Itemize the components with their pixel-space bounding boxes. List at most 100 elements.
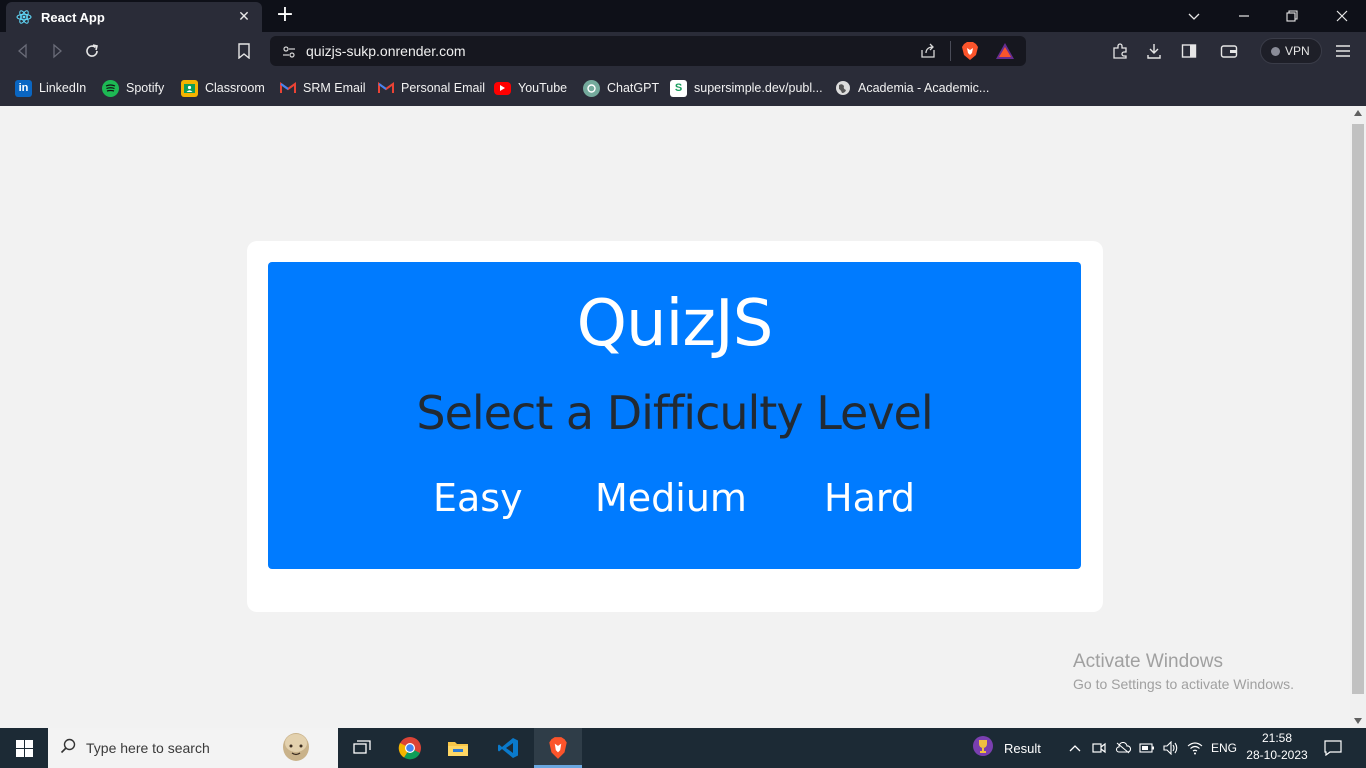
- back-icon[interactable]: [12, 40, 34, 62]
- hard-button[interactable]: Hard: [824, 476, 915, 520]
- new-tab-button[interactable]: +: [275, 4, 295, 26]
- react-icon: [16, 9, 32, 25]
- difficulty-options: Easy Medium Hard: [268, 476, 1081, 526]
- url-divider: [950, 41, 951, 61]
- bookmark-spotify[interactable]: Spotify: [102, 78, 164, 98]
- vpn-status-dot: [1271, 46, 1280, 56]
- bookmark-classroom[interactable]: Classroom: [181, 78, 265, 98]
- windows-start-icon[interactable]: [0, 728, 48, 768]
- menu-icon[interactable]: [1332, 40, 1354, 62]
- vpn-button[interactable]: VPN: [1260, 38, 1322, 64]
- bookmark-label: LinkedIn: [39, 81, 87, 95]
- bookmark-personal-email[interactable]: Personal Email: [377, 78, 485, 98]
- bookmark-label: Personal Email: [401, 81, 486, 95]
- show-hidden-icons-icon[interactable]: [1064, 728, 1086, 768]
- bookmark-srm-email[interactable]: SRM Email: [279, 78, 366, 98]
- quiz-card: QuizJS Select a Difficulty Level Easy Me…: [247, 241, 1103, 612]
- file-explorer-icon[interactable]: [434, 728, 482, 768]
- result-label: Result: [1004, 740, 1041, 756]
- easy-button[interactable]: Easy: [433, 476, 523, 520]
- bookmark-label: supersimple.dev/publ...: [694, 81, 823, 95]
- system-clock[interactable]: 21:58 28-10-2023: [1240, 730, 1314, 764]
- search-icon: [60, 738, 76, 758]
- meet-now-icon[interactable]: [1088, 728, 1110, 768]
- bookmark-academia[interactable]: Academia - Academic...: [834, 78, 989, 98]
- scroll-thumb[interactable]: [1352, 124, 1364, 694]
- taskbar-search-box[interactable]: Type here to search: [48, 728, 338, 768]
- classroom-icon: [181, 79, 198, 97]
- gmail-icon: [279, 80, 296, 97]
- page-viewport: QuizJS Select a Difficulty Level Easy Me…: [0, 106, 1350, 728]
- windows-taskbar: Type here to search Result ENG 21:58 28-…: [0, 728, 1366, 768]
- restore-icon[interactable]: [1268, 0, 1316, 32]
- share-icon[interactable]: [920, 43, 936, 63]
- extensions-icon[interactable]: [1109, 40, 1131, 62]
- cricket-trophy-icon: [972, 735, 994, 761]
- bookmark-supersimple[interactable]: S supersimple.dev/publ...: [670, 78, 823, 98]
- supersimple-icon: S: [670, 79, 687, 97]
- tab-search-chevron-icon[interactable]: [1170, 0, 1218, 32]
- battery-icon[interactable]: [1136, 728, 1158, 768]
- site-settings-icon[interactable]: [282, 44, 296, 63]
- bookmark-label: ChatGPT: [607, 81, 660, 95]
- gmail-icon: [377, 80, 394, 97]
- language-label: ENG: [1210, 741, 1237, 755]
- forward-icon[interactable]: [46, 40, 68, 62]
- bookmark-chatgpt[interactable]: ChatGPT: [583, 78, 659, 98]
- globe-icon: [834, 80, 851, 97]
- brave-rewards-icon[interactable]: [995, 42, 1015, 64]
- watermark-title: Activate Windows: [1073, 651, 1223, 672]
- bookmark-icon[interactable]: [233, 40, 255, 62]
- browser-tab-strip: React App ✕ +: [0, 0, 1366, 32]
- bookmark-label: Spotify: [126, 81, 165, 95]
- reload-icon[interactable]: [81, 40, 103, 62]
- downloads-icon[interactable]: [1143, 40, 1165, 62]
- difficulty-heading: Select a Difficulty Level: [416, 386, 933, 440]
- clock-time: 21:58: [1261, 731, 1293, 745]
- browser-toolbar: quizjs-sukp.onrender.com VPN: [0, 32, 1366, 70]
- task-view-icon[interactable]: [338, 728, 386, 768]
- bookmark-label: YouTube: [518, 81, 568, 95]
- youtube-icon: [494, 81, 511, 95]
- search-placeholder: Type here to search: [86, 740, 210, 756]
- brave-taskbar-icon[interactable]: [534, 728, 582, 768]
- bookmark-youtube[interactable]: YouTube: [494, 78, 567, 98]
- bookmarks-bar: in LinkedIn Spotify Classroom SRM Email …: [0, 70, 1366, 106]
- scroll-down-icon[interactable]: [1354, 718, 1362, 724]
- tab-close-icon[interactable]: ✕: [236, 9, 252, 25]
- cloud-sync-icon[interactable]: [1112, 728, 1134, 768]
- wifi-icon[interactable]: [1184, 728, 1206, 768]
- input-language[interactable]: ENG: [1208, 728, 1240, 768]
- activate-windows-watermark: Activate Windows Go to Settings to activ…: [1073, 651, 1294, 692]
- result-widget[interactable]: Result: [972, 728, 1052, 768]
- browser-tab[interactable]: React App ✕: [6, 2, 262, 32]
- bookmark-linkedin[interactable]: in LinkedIn: [15, 78, 86, 98]
- chatgpt-icon: [583, 79, 600, 97]
- quiz-panel: QuizJS Select a Difficulty Level Easy Me…: [268, 262, 1081, 569]
- url-text[interactable]: quizjs-sukp.onrender.com: [306, 43, 466, 59]
- scroll-up-icon[interactable]: [1354, 110, 1362, 116]
- clock-date: 28-10-2023: [1246, 748, 1308, 762]
- bookmark-label: Academia - Academic...: [858, 81, 990, 95]
- close-window-icon[interactable]: [1318, 0, 1366, 32]
- vscode-icon[interactable]: [484, 728, 532, 768]
- brave-shields-icon[interactable]: [960, 41, 980, 65]
- wallet-icon[interactable]: [1218, 40, 1240, 62]
- linkedin-icon: in: [15, 79, 32, 97]
- chrome-icon[interactable]: [386, 728, 434, 768]
- vpn-label: VPN: [1285, 44, 1310, 58]
- app-title: QuizJS: [576, 287, 774, 361]
- vertical-scrollbar[interactable]: [1350, 106, 1366, 728]
- sidebar-toggle-icon[interactable]: [1178, 40, 1200, 62]
- address-bar[interactable]: quizjs-sukp.onrender.com: [270, 36, 1026, 66]
- watermark-subtitle: Go to Settings to activate Windows.: [1073, 676, 1294, 692]
- minimize-icon[interactable]: [1220, 0, 1268, 32]
- volume-icon[interactable]: [1160, 728, 1182, 768]
- tab-title: React App: [41, 9, 105, 25]
- bookmark-label: SRM Email: [303, 81, 366, 95]
- search-highlight-doll-icon: [278, 730, 314, 768]
- notification-icon[interactable]: [1316, 728, 1350, 768]
- bookmark-label: Classroom: [205, 81, 265, 95]
- medium-button[interactable]: Medium: [595, 476, 747, 520]
- spotify-icon: [102, 79, 119, 97]
